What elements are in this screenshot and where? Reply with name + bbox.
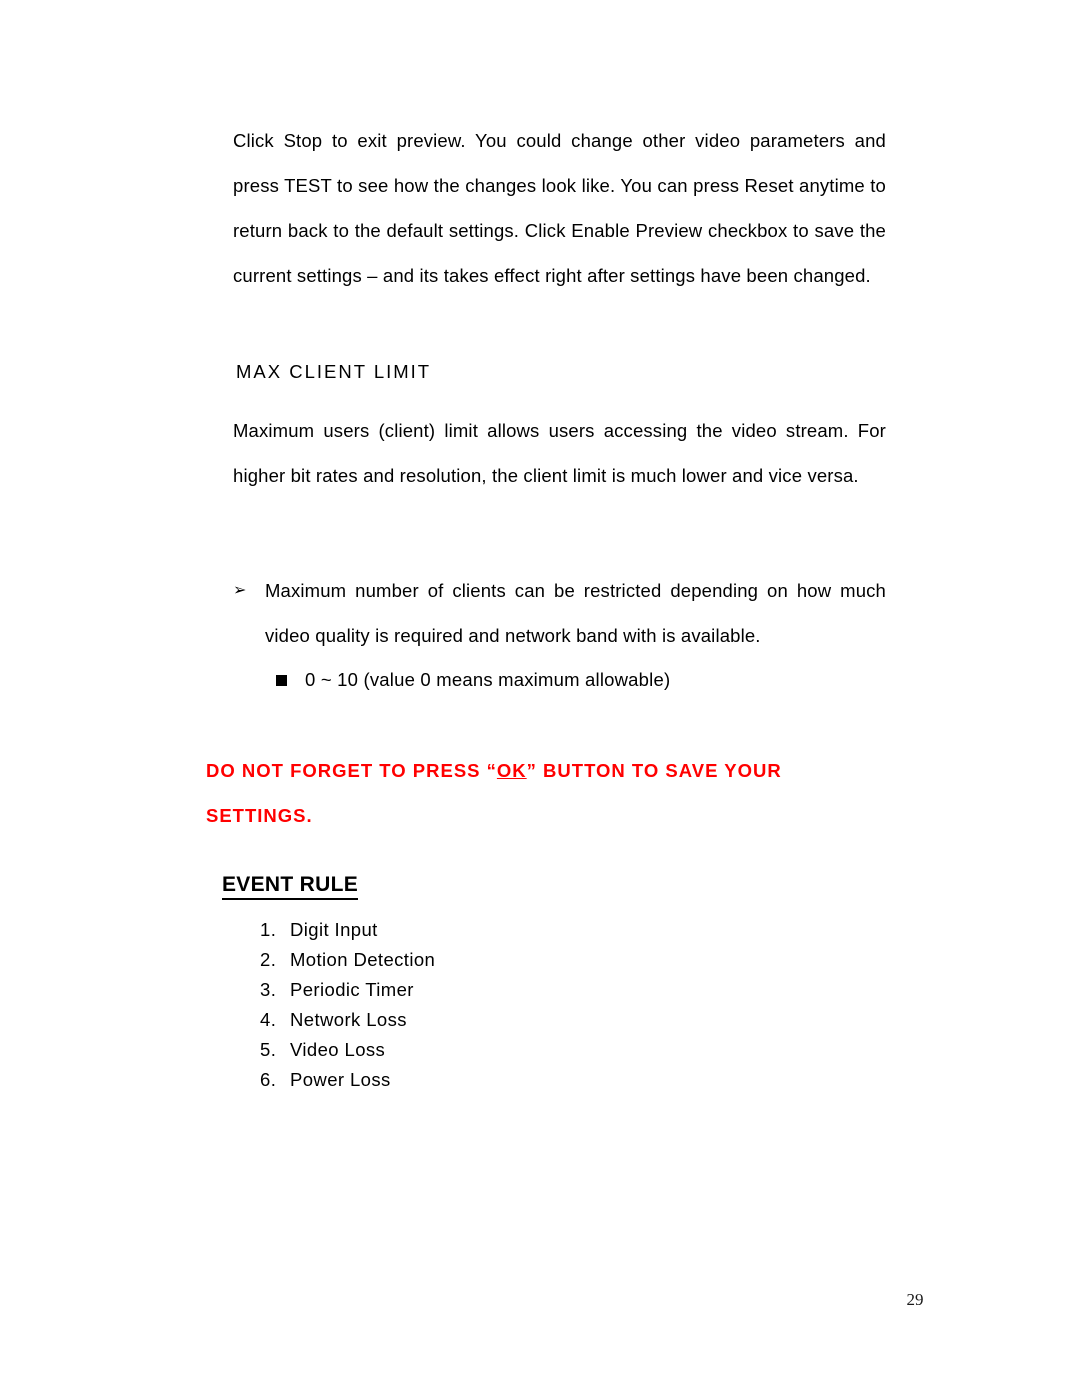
page-number: 29 xyxy=(0,1290,1080,1310)
list-item-number: 3. xyxy=(260,979,277,1000)
document-page: Click Stop to exit preview. You could ch… xyxy=(0,0,1080,1397)
list-item: 3. Periodic Timer xyxy=(260,975,435,1005)
max-client-limit-body-block: Maximum users (client) limit allows user… xyxy=(233,408,886,498)
list-item-number: 5. xyxy=(260,1039,277,1060)
warning-line-2: SETTINGS. xyxy=(206,805,313,826)
section-heading-max-client-limit: MAX CLIENT LIMIT xyxy=(236,361,432,382)
square-bullet-item: 0 ~ 10 (value 0 means maximum allowable) xyxy=(276,664,670,696)
arrow-bullet-item: ➢ Maximum number of clients can be restr… xyxy=(233,568,886,658)
intro-paragraph: Click Stop to exit preview. You could ch… xyxy=(233,130,886,286)
event-rule-heading: EVENT RULE xyxy=(222,873,359,900)
warning-text-block: DO NOT FORGET TO PRESS “OK” BUTTON TO SA… xyxy=(206,748,886,838)
warning-line-1: DO NOT FORGET TO PRESS “OK” BUTTON TO SA… xyxy=(206,748,886,793)
list-item-label: Motion Detection xyxy=(290,949,436,970)
square-bullet-icon xyxy=(276,674,287,686)
list-item-label: Periodic Timer xyxy=(290,979,414,1000)
square-bullet-text: 0 ~ 10 (value 0 means maximum allowable) xyxy=(305,669,671,690)
list-item: 4. Network Loss xyxy=(260,1005,435,1035)
list-item-number: 1. xyxy=(260,919,277,940)
list-item: 1. Digit Input xyxy=(260,915,435,945)
page-number-value: 29 xyxy=(906,1290,924,1309)
list-item-label: Network Loss xyxy=(290,1009,407,1030)
warning-ok-underlined: OK xyxy=(496,760,527,781)
intro-paragraph-block: Click Stop to exit preview. You could ch… xyxy=(233,118,886,298)
list-item-label: Power Loss xyxy=(290,1069,391,1090)
warning-line-1-before: DO NOT FORGET TO PRESS “ xyxy=(206,760,497,781)
list-item-label: Video Loss xyxy=(290,1039,386,1060)
list-item: 6. Power Loss xyxy=(260,1065,435,1095)
list-item-number: 6. xyxy=(260,1069,277,1090)
list-item-number: 2. xyxy=(260,949,277,970)
list-item: 2. Motion Detection xyxy=(260,945,435,975)
arrow-bullet-text: Maximum number of clients can be restric… xyxy=(265,580,886,646)
list-item-number: 4. xyxy=(260,1009,277,1030)
warning-line-1-after: ” BUTTON TO SAVE YOUR xyxy=(526,760,782,781)
list-item-label: Digit Input xyxy=(290,919,378,940)
arrow-bullet-icon: ➢ xyxy=(233,582,247,599)
event-rule-list: 1. Digit Input 2. Motion Detection 3. Perio… xyxy=(260,915,435,1095)
max-client-limit-paragraph: Maximum users (client) limit allows user… xyxy=(233,420,886,486)
list-item: 5. Video Loss xyxy=(260,1035,435,1065)
